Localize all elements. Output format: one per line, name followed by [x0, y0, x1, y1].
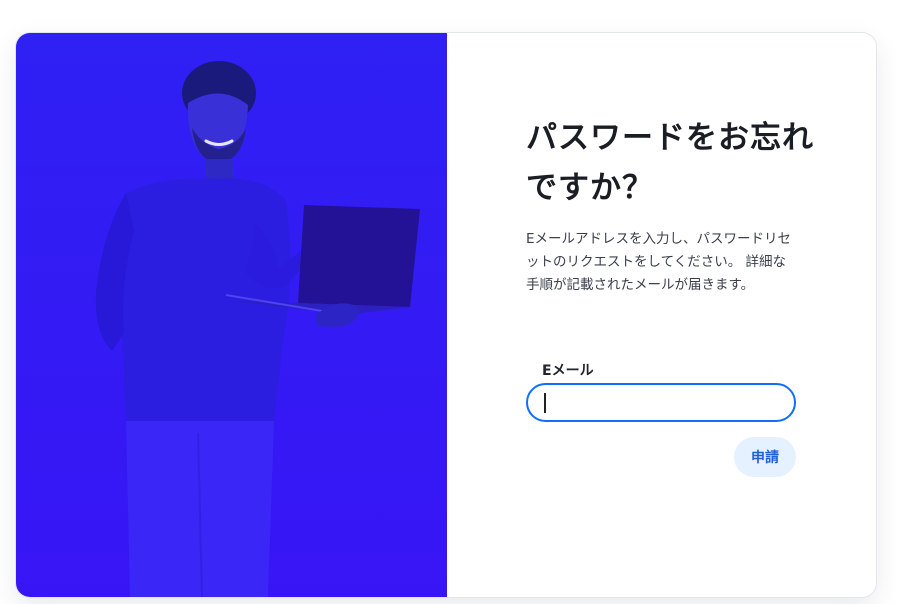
reset-password-card: パスワードをお忘れですか？ Eメールアドレスを入力し、パスワードリセットのリクエ…	[16, 33, 876, 597]
form-panel: パスワードをお忘れですか？ Eメールアドレスを入力し、パスワードリセットのリクエ…	[447, 33, 876, 597]
text-caret	[544, 393, 546, 413]
page-title: パスワードをお忘れですか？	[526, 120, 814, 206]
page-description: Eメールアドレスを入力し、パスワードリセットのリクエストをしてください。 詳細な…	[526, 231, 792, 293]
hero-image	[95, 61, 420, 597]
email-label: Eメール	[542, 363, 594, 379]
submit-button[interactable]: 申請	[734, 437, 796, 477]
hero-panel	[16, 33, 447, 597]
email-field[interactable]	[526, 383, 796, 422]
